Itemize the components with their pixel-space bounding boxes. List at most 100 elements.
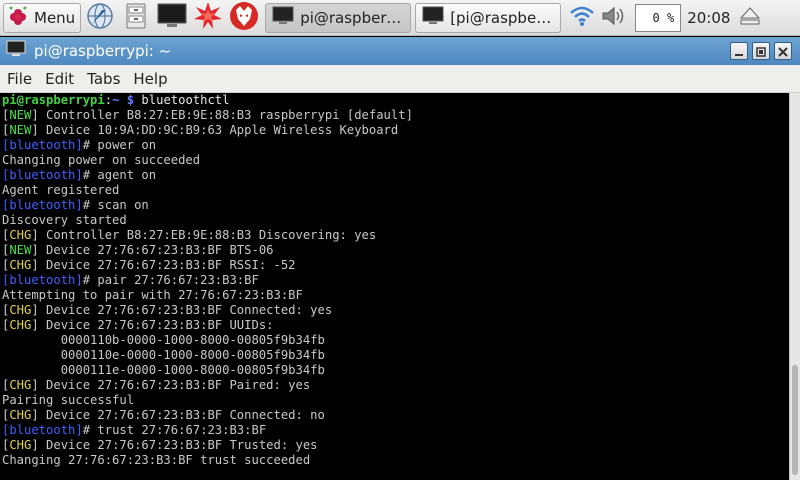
terminal-line: Agent registered: [0, 183, 789, 198]
terminal-text: ] Controller B8:27:EB:9E:88:B3 raspberry…: [31, 108, 413, 122]
terminal-line: [CHG] Controller B8:27:EB:9E:88:B3 Disco…: [0, 228, 789, 243]
terminal-line: Changing 27:76:67:23:B3:BF trust succeed…: [0, 453, 789, 468]
terminal-text: NEW: [9, 123, 32, 137]
terminal-output[interactable]: pi@raspberrypi:~ $ bluetoothctl [NEW] Con…: [0, 93, 789, 480]
terminal-text: pi@raspberrypi: [2, 93, 105, 107]
taskbar-item-label: pi@raspberry...: [300, 8, 405, 27]
terminal-text: CHG: [9, 303, 32, 317]
terminal-icon: [157, 3, 187, 33]
terminal-text: Attempting to pair with 27:76:67:23:B3:B…: [2, 288, 303, 302]
maximize-button[interactable]: [752, 42, 770, 60]
terminal-line: Attempting to pair with 27:76:67:23:B3:B…: [0, 288, 789, 303]
terminal-line: 0000111e-0000-1000-8000-00805f9b34fb: [0, 363, 789, 378]
terminal-line: 0000110b-0000-1000-8000-00805f9b34fb: [0, 333, 789, 348]
terminal-text: ] Device 27:76:67:23:B3:BF Trusted: yes: [31, 438, 318, 452]
file-manager-icon: [124, 2, 148, 34]
terminal-icon: [6, 40, 26, 62]
mathematica-icon: [193, 1, 223, 35]
eject-icon[interactable]: [740, 6, 761, 30]
minimize-icon: [734, 42, 744, 61]
terminal-text: ] Device 27:76:67:23:B3:BF UUIDs:: [31, 318, 274, 332]
terminal-text: CHG: [9, 408, 32, 422]
scrollbar-thumb[interactable]: [792, 365, 798, 475]
terminal-line: [CHG] Device 27:76:67:23:B3:BF UUIDs:: [0, 318, 789, 333]
restore-icon: [756, 42, 766, 61]
terminal-text: :: [104, 93, 113, 107]
wolfram-icon: [229, 1, 259, 35]
terminal-text: 0000110b-0000-1000-8000-00805f9b34fb: [2, 333, 325, 347]
terminal-line: 0000110e-0000-1000-8000-00805f9b34fb: [0, 348, 789, 363]
close-button[interactable]: [774, 42, 792, 60]
menu-edit[interactable]: Edit: [45, 70, 74, 88]
menu-button[interactable]: Menu: [3, 2, 82, 33]
menu-label: Menu: [34, 8, 76, 27]
terminal-launcher[interactable]: [155, 2, 189, 34]
terminal-text: 0000110e-0000-1000-8000-00805f9b34fb: [2, 348, 325, 362]
terminal-scrollbar[interactable]: [789, 93, 800, 480]
terminal-text: Agent registered: [2, 183, 120, 197]
terminal-line: [bluetooth]# trust 27:76:67:23:B3:BF: [0, 423, 789, 438]
top-panel: Menu pi@raspberry... [pi@raspberr 0 % 20…: [0, 0, 800, 36]
menubar: File Edit Tabs Help: [0, 65, 800, 93]
terminal-line: [CHG] Device 27:76:67:23:B3:BF Connected…: [0, 408, 789, 423]
terminal-line: Discovery started: [0, 213, 789, 228]
terminal-text: NEW: [9, 243, 32, 257]
terminal-text: Discovery started: [2, 213, 127, 227]
terminal-icon: [272, 6, 294, 30]
clock[interactable]: 20:08: [687, 9, 730, 27]
web-browser-icon: [86, 2, 114, 34]
terminal-text: ] Device 27:76:67:23:B3:BF Paired: yes: [31, 378, 311, 392]
terminal-text: # agent on: [82, 168, 157, 182]
terminal-text: [bluetooth]: [2, 168, 83, 182]
file-manager-launcher[interactable]: [119, 2, 153, 34]
terminal-line: [bluetooth]# scan on: [0, 198, 789, 213]
terminal-text: [bluetooth]: [2, 138, 83, 152]
wifi-icon[interactable]: [569, 5, 595, 31]
terminal-line: [bluetooth]# pair 27:76:67:23:B3:BF: [0, 273, 789, 288]
volume-icon[interactable]: [601, 5, 629, 31]
mathematica-launcher[interactable]: [191, 1, 225, 35]
terminal-line: [CHG] Device 27:76:67:23:B3:BF Connected…: [0, 303, 789, 318]
window-title: pi@raspberrypi: ~: [34, 42, 172, 60]
terminal-text: 0000111e-0000-1000-8000-00805f9b34fb: [2, 363, 325, 377]
terminal-text: CHG: [9, 318, 32, 332]
raspberry-icon: [7, 4, 29, 32]
terminal-line: Pairing successful: [0, 393, 789, 408]
terminal-line: [CHG] Device 27:76:67:23:B3:BF RSSI: -52: [0, 258, 789, 273]
terminal-text: bluetoothctl: [134, 93, 230, 107]
menu-file[interactable]: File: [7, 70, 32, 88]
terminal-text: [bluetooth]: [2, 423, 83, 437]
terminal-icon: [422, 6, 444, 30]
window-titlebar[interactable]: pi@raspberrypi: ~: [0, 37, 800, 65]
terminal-text: Changing power on succeeded: [2, 153, 201, 167]
terminal-line: pi@raspberrypi:~ $ bluetoothctl: [0, 93, 789, 108]
terminal-text: NEW: [9, 108, 32, 122]
terminal-text: # pair 27:76:67:23:B3:BF: [82, 273, 259, 287]
minimize-button[interactable]: [730, 42, 748, 60]
close-icon: [778, 42, 788, 61]
terminal-text: ] Device 27:76:67:23:B3:BF Connected: ye…: [31, 303, 333, 317]
web-browser-launcher[interactable]: [83, 2, 117, 34]
taskbar-item-terminal-2[interactable]: [pi@raspberry...: [415, 2, 562, 33]
terminal-text: CHG: [9, 438, 32, 452]
terminal-text: ] Device 27:76:67:23:B3:BF Connected: no: [31, 408, 325, 422]
taskbar-item-label: [pi@raspberry...: [450, 8, 554, 27]
terminal-text: CHG: [9, 378, 32, 392]
terminal-line: [CHG] Device 27:76:67:23:B3:BF Paired: y…: [0, 378, 789, 393]
terminal-line: [NEW] Device 10:9A:DD:9C:B9:63 Apple Wir…: [0, 123, 789, 138]
terminal-line: [NEW] Controller B8:27:EB:9E:88:B3 raspb…: [0, 108, 789, 123]
terminal-text: ] Controller B8:27:EB:9E:88:B3 Discoveri…: [31, 228, 377, 242]
terminal-text: ] Device 27:76:67:23:B3:BF RSSI: -52: [31, 258, 296, 272]
terminal-line: Changing power on succeeded: [0, 153, 789, 168]
terminal-text: # power on: [82, 138, 157, 152]
cpu-usage-monitor[interactable]: 0 %: [635, 3, 682, 32]
terminal-line: [bluetooth]# agent on: [0, 168, 789, 183]
taskbar-item-terminal-1[interactable]: pi@raspberry...: [265, 2, 412, 33]
menu-tabs[interactable]: Tabs: [87, 70, 120, 88]
wolfram-launcher[interactable]: [227, 1, 261, 35]
terminal-text: [bluetooth]: [2, 273, 83, 287]
terminal-text: ~ $: [112, 93, 135, 107]
menu-help[interactable]: Help: [133, 70, 167, 88]
terminal-text: ] Device 10:9A:DD:9C:B9:63 Apple Wireles…: [31, 123, 399, 137]
terminal-line: [NEW] Device 27:76:67:23:B3:BF BTS-06: [0, 243, 789, 258]
